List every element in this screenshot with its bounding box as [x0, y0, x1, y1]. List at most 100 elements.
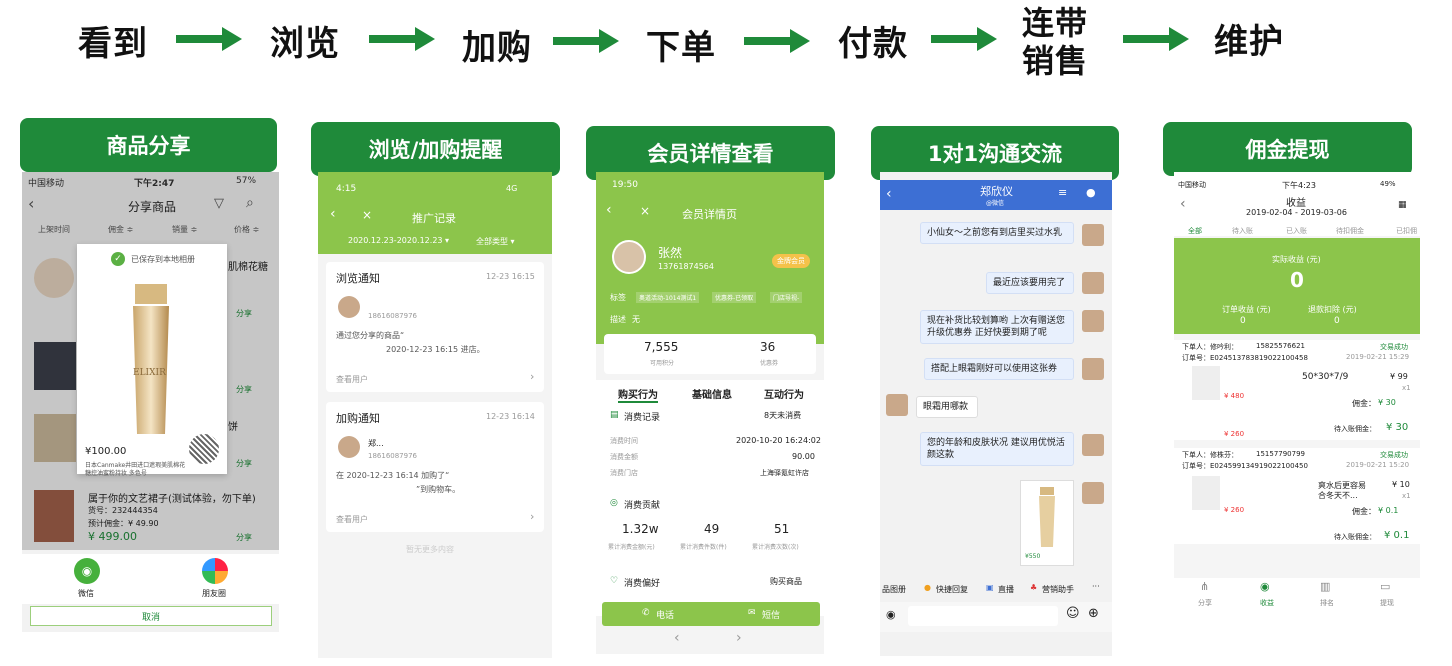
nav-share[interactable]: 分享: [1198, 598, 1212, 608]
marketing-icon: ♣: [1030, 583, 1038, 592]
live-icon: ▣: [986, 583, 994, 592]
nav-rank[interactable]: 排名: [1320, 598, 1334, 608]
notice-text: 在 2020-12-23 16:14 加购了“: [336, 471, 450, 480]
back-icon[interactable]: ‹: [606, 202, 612, 218]
emoji-icon[interactable]: ☺: [1066, 606, 1080, 621]
step-cross-sell-line2: 销售: [1022, 42, 1089, 80]
toolbar-marketing[interactable]: 营销助手: [1042, 584, 1074, 595]
record-days[interactable]: 8天未消费: [764, 410, 801, 421]
item-price: ¥ 99: [1390, 372, 1408, 381]
share-options: ◉ 微信 朋友圈: [22, 554, 279, 604]
card-time: 12-23 16:14: [486, 412, 535, 421]
avatar: [1082, 358, 1104, 380]
header: 中国移动 下午4:23 49% ‹ 收益 2019-02-04 - 2019-0…: [1174, 172, 1420, 236]
moments-icon[interactable]: [202, 558, 228, 584]
order-label: 订单收益 (元): [1222, 305, 1271, 314]
profile-icon[interactable]: ●: [1086, 186, 1096, 199]
product-image: [1039, 487, 1055, 547]
tag-chip: 门店导视-: [770, 292, 803, 303]
time-text: 下午4:23: [1282, 181, 1316, 190]
next-icon[interactable]: ›: [736, 630, 742, 646]
tab-purchase[interactable]: 购买行为: [618, 386, 658, 403]
close-icon[interactable]: ×: [362, 208, 372, 222]
buyer-name: 下单人：修吟利：: [1182, 343, 1238, 351]
item-price: ¥ 10: [1392, 480, 1410, 489]
call-button[interactable]: 电话: [656, 608, 674, 621]
type-select[interactable]: 全部类型 ▾: [476, 236, 515, 247]
coupons-value: 36: [760, 340, 776, 354]
item-title: 合冬天不...: [1318, 491, 1358, 500]
sent-message: 最近应该要用完了: [986, 272, 1074, 294]
contribution-icon: ◎: [610, 498, 618, 508]
tab-all[interactable]: 全部: [1188, 226, 1202, 236]
withdraw-icon[interactable]: ▭: [1380, 580, 1390, 593]
product-card[interactable]: ¥550: [1020, 480, 1074, 566]
card-title: 浏览通知: [336, 272, 380, 285]
tag-chip: 奥道活动-1014测试1: [636, 292, 700, 303]
order-card: 下单人：修吟利： 15825576621 交易成功 订单号：E024513783…: [1174, 340, 1420, 440]
message-input[interactable]: [908, 606, 1058, 626]
tab-deducted[interactable]: 已扣佣: [1396, 226, 1417, 236]
phone-icon: ✆: [642, 608, 650, 618]
earnings-summary: 实际收益 (元) 0 订单收益 (元) 0 退款扣除 (元) 0: [1174, 238, 1420, 334]
sent-message: 您的年龄和皮肤状况 建议用优悦活颜这款: [920, 432, 1074, 466]
tab-to-deduct[interactable]: 待扣佣金: [1336, 226, 1364, 236]
view-user-link[interactable]: 查看用户: [336, 514, 368, 525]
avatar: [1082, 272, 1104, 294]
preference-value[interactable]: 购买商品: [770, 576, 802, 587]
bottom-nav: ⋔ 分享 ◉ 收益 ▥ 排名 ▭ 提现: [1174, 578, 1420, 612]
user-phone: 18616087976: [368, 452, 417, 460]
tab-pending[interactable]: 待入账: [1232, 226, 1253, 236]
chevron-right-icon[interactable]: ›: [530, 370, 534, 383]
menu-icon[interactable]: ≡: [1058, 186, 1067, 199]
back-icon[interactable]: ‹: [330, 206, 336, 222]
cancel-button[interactable]: 取消: [30, 606, 272, 626]
tab-interaction[interactable]: 互动行为: [764, 386, 804, 401]
toolbar-live[interactable]: 直播: [998, 584, 1014, 595]
nav-withdraw[interactable]: 提现: [1380, 598, 1394, 608]
commission-value: ¥ 30: [1378, 398, 1396, 407]
user-phone: 18616087976: [368, 312, 417, 320]
close-icon[interactable]: ×: [640, 204, 650, 218]
battery-text: 49%: [1380, 180, 1396, 188]
nav-earnings[interactable]: 收益: [1260, 598, 1274, 608]
item-qty: x1: [1402, 384, 1411, 392]
wechat-icon[interactable]: ◉: [74, 558, 100, 584]
brand-text: ELIXIR: [133, 368, 166, 378]
contribution-label: 消费贡献: [624, 501, 661, 511]
plus-icon[interactable]: ⊕: [1088, 606, 1099, 621]
avatar: [1082, 310, 1104, 332]
wechat-label: 微信: [78, 589, 94, 598]
step-pay: 付款: [838, 24, 908, 64]
preference-label: 消费偏好: [624, 579, 661, 589]
stat-value: 49: [704, 522, 720, 536]
process-flow: 看到 浏览 加购 下单 付款 连带 销售 维护: [0, 0, 1452, 100]
share-icon[interactable]: ⋔: [1200, 580, 1209, 593]
points-label: 可用积分: [650, 360, 675, 367]
toolbar-quick-reply[interactable]: 快捷回复: [936, 584, 968, 595]
date-range-select[interactable]: 2020.12.23-2020.12.23 ▾: [348, 236, 449, 245]
sub-price: ¥ 480: [1224, 392, 1245, 400]
chevron-right-icon[interactable]: ›: [530, 510, 534, 523]
sub-price: ¥ 260: [1224, 430, 1245, 438]
stat-value: 1.32w: [622, 522, 659, 536]
row-label: 消费时间: [610, 437, 638, 445]
more-icon[interactable]: ···: [1092, 582, 1100, 591]
section-commission: 佣金提现: [1163, 122, 1412, 176]
calendar-icon[interactable]: ▦: [1398, 200, 1407, 210]
back-icon[interactable]: ‹: [1180, 196, 1186, 212]
view-user-link[interactable]: 查看用户: [336, 374, 368, 385]
tab-received[interactable]: 已入账: [1286, 226, 1307, 236]
back-icon[interactable]: ‹: [886, 186, 892, 202]
commission-label: 佣金：: [1352, 507, 1376, 516]
prev-icon[interactable]: ‹: [674, 630, 680, 646]
pending-label: 待入账佣金：: [1334, 425, 1376, 433]
earnings-icon[interactable]: ◉: [1260, 580, 1270, 593]
page-title: 收益: [1286, 198, 1306, 209]
tag-chip: 优惠券-已领取: [712, 292, 757, 303]
voice-icon[interactable]: ◉: [886, 608, 896, 621]
rank-icon[interactable]: ▥: [1320, 580, 1330, 593]
sms-button[interactable]: 短信: [762, 608, 780, 621]
tab-basic-info[interactable]: 基础信息: [692, 386, 732, 401]
toolbar-album[interactable]: 品图册: [882, 584, 906, 595]
